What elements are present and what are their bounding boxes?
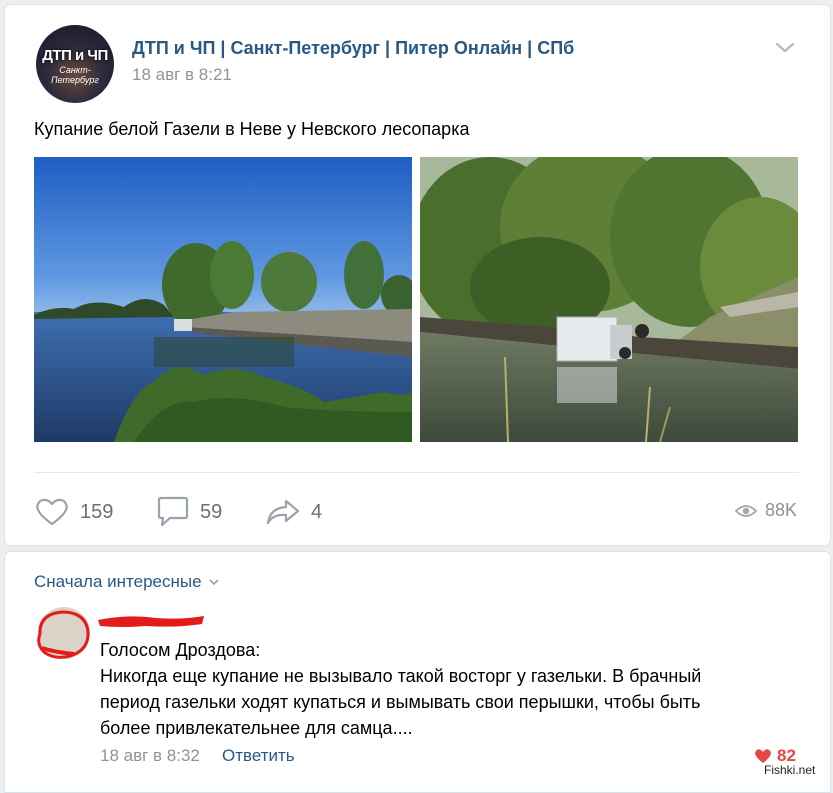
overturned-van-photo[interactable] <box>420 157 798 442</box>
post-text: Купание белой Газели в Неве у Невского л… <box>34 119 470 139</box>
post-author[interactable]: ДТП и ЧП | Санкт-Петербург | Питер Онлай… <box>132 38 574 59</box>
river-view-photo[interactable] <box>34 157 412 442</box>
like-button[interactable]: 159 <box>34 497 113 527</box>
avatar-logo-text: ДТП и ЧП <box>42 47 108 64</box>
comment-icon <box>157 496 189 527</box>
comment-line: более привлекательнее для самца.... <box>100 718 413 738</box>
comment-line: Никогда еще купание не вызывало такой во… <box>100 666 702 686</box>
post-divider <box>34 472 799 473</box>
share-button[interactable]: 4 <box>265 497 322 527</box>
eye-icon <box>735 504 757 517</box>
post-date[interactable]: 18 авг в 8:21 <box>132 65 232 85</box>
comment-line: период газельки ходят купаться и вымыват… <box>100 692 701 712</box>
chevron-down-icon <box>208 579 219 586</box>
comments-button[interactable]: 59 <box>156 496 223 527</box>
avatar-logo-subtext: Санкт-Петербург <box>51 65 99 85</box>
sort-label: Сначала интересные <box>34 572 202 591</box>
chevron-down-icon[interactable] <box>773 40 797 56</box>
comment-line: Голосом Дроздова: <box>100 640 261 660</box>
likes-count: 159 <box>80 500 114 523</box>
comments-count: 59 <box>200 500 223 523</box>
redacted-name-scribble <box>98 616 204 627</box>
comment-date[interactable]: 18 авг в 8:32 <box>100 746 200 766</box>
heart-icon <box>36 498 68 526</box>
watermark: Fishki.net <box>761 763 819 777</box>
commenter-avatar[interactable] <box>34 604 92 662</box>
shares-count: 4 <box>311 500 323 523</box>
share-icon <box>266 499 300 525</box>
views-count: 88K <box>765 500 798 520</box>
comment-text: Голосом Дроздова: Никогда еще купание не… <box>100 637 800 741</box>
comments-sort-dropdown[interactable]: Сначала интересные <box>34 572 220 592</box>
views-counter: 88K <box>735 500 797 521</box>
heart-filled-icon <box>755 749 771 763</box>
reply-button[interactable]: Ответить <box>222 746 295 766</box>
group-avatar[interactable]: ДТП и ЧП Санкт-Петербург <box>36 25 114 103</box>
